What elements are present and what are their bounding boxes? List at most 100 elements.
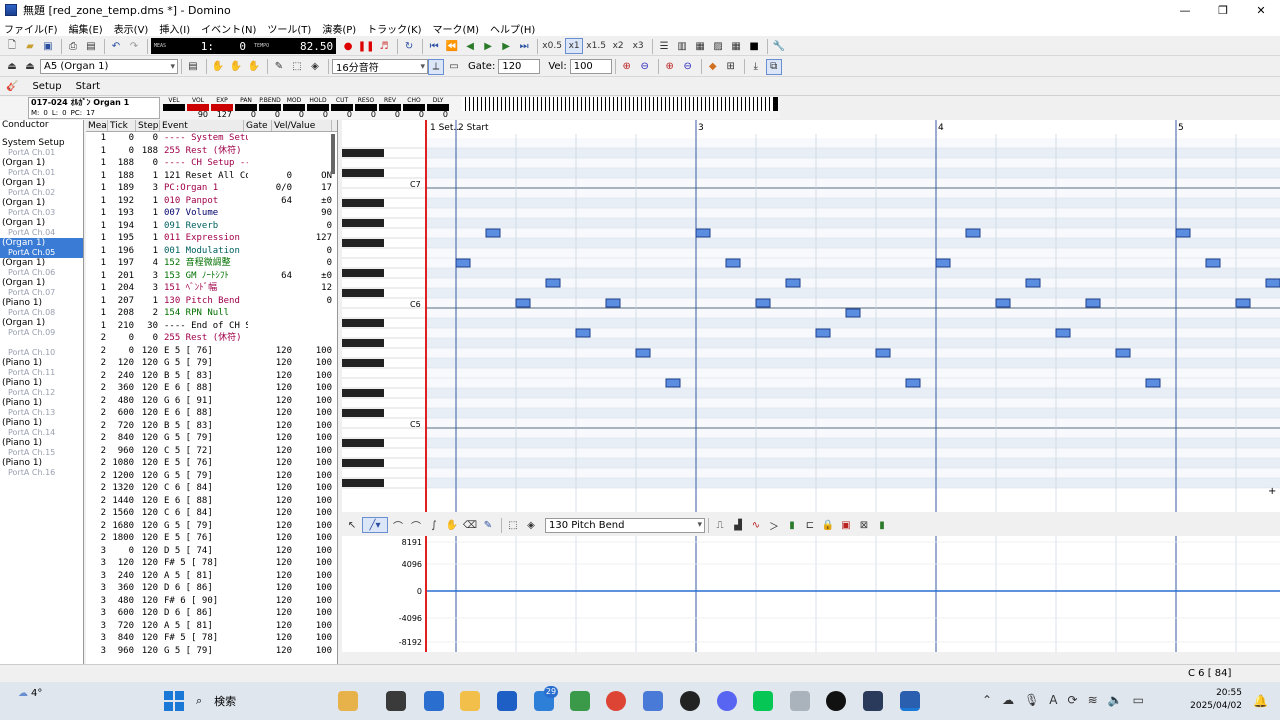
wifi-icon[interactable]: ≋: [1088, 693, 1098, 707]
event-row[interactable]: 2 840 120 G 5 [ 79] 120 100: [86, 432, 337, 445]
track-item[interactable]: (Piano 1): [0, 418, 83, 428]
event-row[interactable]: 2 360 120 E 6 [ 88] 120 100: [86, 382, 337, 395]
store-icon[interactable]: [497, 691, 517, 711]
piano-roll-canvas[interactable]: 1 Set..2 Start 3 4 5 C7 C6 C5 +: [342, 120, 1280, 512]
event-row[interactable]: 2 480 120 G 6 [ 91] 120 100: [86, 395, 337, 408]
event-row[interactable]: 3 600 120 D 6 [ 86] 120 100: [86, 607, 337, 620]
ctrl-lock-icon[interactable]: 🔒: [820, 517, 836, 533]
pause-record-icon[interactable]: ❚❚: [358, 38, 375, 54]
track-item[interactable]: (Piano 1): [0, 438, 83, 448]
color-icon[interactable]: ◆: [705, 59, 721, 75]
rewind-icon[interactable]: ⏪: [444, 38, 460, 54]
chrome-icon[interactable]: [606, 691, 626, 711]
zoom-in-h-icon[interactable]: ⊕: [619, 59, 635, 75]
event-row[interactable]: 1 201 3 153 GM ﾉｰﾄｼﾌﾄ 64 ±0: [86, 270, 337, 283]
track-item[interactable]: (Organ 1): [0, 158, 83, 168]
midi-note[interactable]: [965, 228, 981, 238]
ctrl-wave-icon[interactable]: ∿: [748, 517, 764, 533]
controller-slider[interactable]: CUT 0: [330, 97, 354, 119]
event-row[interactable]: 1 194 1 091 Reverb 0: [86, 220, 337, 233]
app-icon-4[interactable]: [680, 691, 700, 711]
controller-slider[interactable]: EXP 127: [210, 97, 234, 119]
event-row[interactable]: 1 0 0 ---- System Setup ---------: [86, 132, 337, 145]
midi-note[interactable]: [665, 378, 681, 388]
event-row[interactable]: 1 189 3 PC:Organ 1 0/0 17: [86, 182, 337, 195]
select-rect-icon[interactable]: ⬚: [289, 59, 305, 75]
event-row[interactable]: 3 960 120 G 5 [ 79] 120 100: [86, 645, 337, 658]
event-row[interactable]: 1 188 1 121 Reset All Control 0 ON: [86, 170, 337, 183]
taskbar-search[interactable]: ⌕ 検索: [196, 690, 236, 712]
clock[interactable]: 20:55 2025/04/02: [1190, 687, 1242, 713]
event-row[interactable]: 2 240 120 B 5 [ 83] 120 100: [86, 370, 337, 383]
ctrl-erase-icon[interactable]: ◈: [523, 517, 539, 533]
event-row[interactable]: 1 0 188 255 Rest (休符): [86, 144, 337, 157]
cloud-icon[interactable]: ☁: [1002, 693, 1014, 707]
tab-setup[interactable]: Setup: [32, 81, 61, 92]
midi-note[interactable]: [1265, 278, 1280, 288]
event-row[interactable]: 1 188 0 ---- CH Setup ----------------: [86, 157, 337, 170]
ctrl-eraser-icon[interactable]: ⌫: [462, 517, 478, 533]
midi-note[interactable]: [1235, 298, 1251, 308]
event-row[interactable]: 1 192 1 010 Panpot 64 ±0: [86, 195, 337, 208]
controller-slider[interactable]: REV 0: [378, 97, 402, 119]
quantize-icon[interactable]: ▭: [446, 59, 462, 75]
menu-edit[interactable]: 編集(E): [69, 21, 103, 36]
app-icon-6[interactable]: [863, 691, 883, 711]
media-player-icon[interactable]: [826, 691, 846, 711]
file-explorer-icon[interactable]: [460, 691, 480, 711]
list-view-icon[interactable]: ☰: [656, 38, 672, 54]
event-row[interactable]: 2 1080 120 E 5 [ 76] 120 100: [86, 457, 337, 470]
start-button[interactable]: [164, 691, 184, 711]
track-item[interactable]: (Piano 1): [0, 398, 83, 408]
microphone-icon[interactable]: 🎙: [1024, 693, 1039, 707]
midi-note[interactable]: [605, 298, 621, 308]
sync-icon[interactable]: ⟳: [1068, 693, 1078, 707]
zoom-in-v-icon[interactable]: ⊕: [662, 59, 678, 75]
event-row[interactable]: 2 1440 120 E 6 [ 88] 120 100: [86, 495, 337, 508]
midi-note[interactable]: [575, 328, 591, 338]
midi-note[interactable]: [935, 258, 951, 268]
speed-x15-button[interactable]: x1.5: [585, 38, 607, 54]
notification-bell-icon[interactable]: 🔔: [1253, 694, 1268, 708]
mini-keyboard[interactable]: [462, 97, 778, 111]
event-row[interactable]: 2 1680 120 G 5 [ 79] 120 100: [86, 520, 337, 533]
event-row[interactable]: 1 204 3 151 ﾍﾞﾝﾄﾞ幅 12: [86, 282, 337, 295]
monitor-icon[interactable]: ■: [746, 38, 762, 54]
midi-note[interactable]: [455, 258, 471, 268]
piano-black-key[interactable]: [342, 239, 384, 247]
controller-slider[interactable]: RESO 0: [354, 97, 378, 119]
event-row[interactable]: 3 240 120 A 5 [ 81] 120 100: [86, 570, 337, 583]
ctrl-bar-icon[interactable]: ▟: [730, 517, 746, 533]
piano-black-key[interactable]: [342, 359, 384, 367]
speed-x3-button[interactable]: x3: [629, 38, 647, 54]
grid-view-icon[interactable]: ▦: [728, 38, 744, 54]
open-folder-icon[interactable]: ▰: [22, 38, 38, 54]
ctrl-level-icon[interactable]: ▮: [874, 517, 890, 533]
event-list-scrollbar[interactable]: [331, 134, 335, 174]
task-view-icon[interactable]: [386, 691, 406, 711]
ctrl-pointer-icon[interactable]: ↖: [344, 517, 360, 533]
graph-view-icon[interactable]: ▨: [710, 38, 726, 54]
zoom-out-h-icon[interactable]: ⊖: [637, 59, 653, 75]
hand-tool-2-icon[interactable]: ✋: [228, 59, 244, 75]
save-icon[interactable]: ▣: [40, 38, 56, 54]
properties-icon[interactable]: ▤: [83, 38, 99, 54]
track-item[interactable]: (Organ 1): [0, 238, 83, 248]
tab-start[interactable]: Start: [76, 81, 100, 92]
menu-file[interactable]: ファイル(F): [4, 21, 58, 36]
instrument-select[interactable]: A5 (Organ 1): [40, 59, 178, 74]
midi-note[interactable]: [1085, 298, 1101, 308]
score-view-icon[interactable]: ▦: [692, 38, 708, 54]
battery-icon[interactable]: ▭: [1133, 693, 1144, 707]
controller-slider[interactable]: VOL 90: [186, 97, 210, 119]
menu-tools[interactable]: ツール(T): [267, 21, 311, 36]
midi-note[interactable]: [635, 348, 651, 358]
event-row[interactable]: 1 195 1 011 Expression 127: [86, 232, 337, 245]
menu-play[interactable]: 演奏(P): [322, 21, 356, 36]
print-icon[interactable]: ⎙: [65, 38, 81, 54]
ctrl-line-tool-icon[interactable]: ╱▾: [362, 517, 388, 533]
ctrl-pen-icon[interactable]: ✎: [480, 517, 496, 533]
piano-black-key[interactable]: [342, 409, 384, 417]
event-row[interactable]: 2 120 120 G 5 [ 79] 120 100: [86, 357, 337, 370]
ctrl-select-icon[interactable]: ⬚: [505, 517, 521, 533]
